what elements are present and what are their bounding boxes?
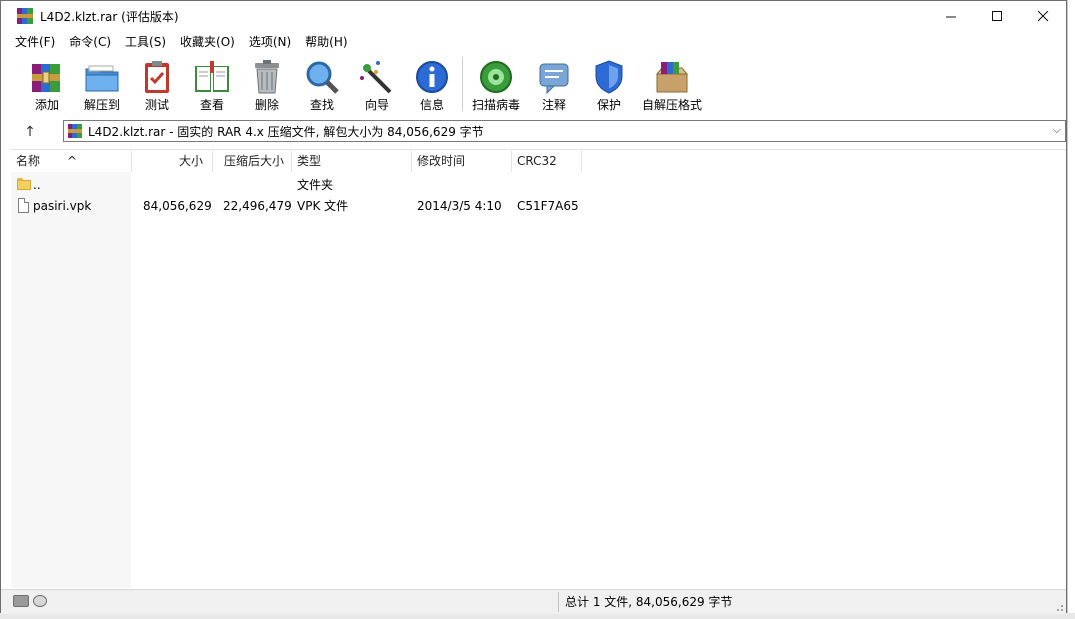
minimize-icon xyxy=(945,16,956,17)
menu-file[interactable]: 文件(F) xyxy=(1,31,62,53)
delete-label: 删除 xyxy=(254,98,279,112)
drive-icon[interactable] xyxy=(13,595,29,607)
sfx-label: 自解压格式 xyxy=(641,98,702,112)
column-header-crc32[interactable]: CRC32 xyxy=(517,150,557,172)
add-label: 添加 xyxy=(34,98,59,112)
virus-scan-icon xyxy=(477,58,515,96)
info-button[interactable]: 信息 xyxy=(405,55,459,115)
minimize-button[interactable] xyxy=(928,1,974,31)
test-button[interactable]: 测试 xyxy=(130,55,184,115)
status-divider xyxy=(558,592,559,612)
status-bar: 总计 1 文件, 84,056,629 字节 xyxy=(1,589,1066,614)
column-header-row: 名称 ^ 大小 压缩后大小 类型 修改时间 CRC32 xyxy=(11,150,1066,172)
column-header-name[interactable]: 名称 xyxy=(16,150,40,172)
column-divider[interactable] xyxy=(131,150,132,172)
menu-options[interactable]: 选项(N) xyxy=(242,31,298,53)
name-column-background xyxy=(11,172,131,588)
wizard-wand-icon xyxy=(358,58,396,96)
info-label: 信息 xyxy=(419,98,444,112)
comment-label: 注释 xyxy=(541,98,566,112)
column-divider[interactable] xyxy=(212,150,213,172)
archive-path: L4D2.klzt.rar - 固实的 RAR 4.x 压缩文件, 解包大小为 … xyxy=(88,124,484,139)
find-button[interactable]: 查找 xyxy=(295,55,349,115)
status-summary: 总计 1 文件, 84,056,629 字节 xyxy=(565,595,733,609)
trash-icon xyxy=(248,58,286,96)
resize-grip-icon[interactable] xyxy=(1054,602,1064,612)
desktop-background xyxy=(1067,0,1075,619)
key-icon[interactable] xyxy=(33,595,47,607)
column-header-type[interactable]: 类型 xyxy=(297,150,321,172)
title-bar[interactable]: L4D2.klzt.rar (评估版本) xyxy=(1,1,1066,31)
add-button[interactable]: 添加 xyxy=(20,55,74,115)
file-type: 文件夹 xyxy=(297,178,334,192)
wizard-button[interactable]: 向导 xyxy=(350,55,404,115)
archive-icon xyxy=(68,124,82,138)
test-label: 测试 xyxy=(144,98,169,112)
list-item-file[interactable]: pasiri.vpk 84,056,629 22,496,479 VPK 文件 … xyxy=(11,196,1066,216)
vertical-scrollbar[interactable] xyxy=(1056,150,1066,588)
file-crc32: C51F7A65 xyxy=(517,199,579,213)
file-name: pasiri.vpk xyxy=(33,199,92,213)
menu-bar: 文件(F) 命令(C) 工具(S) 收藏夹(O) 选项(N) 帮助(H) xyxy=(1,31,1066,53)
toolbar: 添加 解压到 测试 查看 删除 查找 向导 信息 扫描病毒 注释 保护 自解压格… xyxy=(1,53,1066,117)
sfx-box-icon xyxy=(653,58,691,96)
folder-icon xyxy=(17,178,31,190)
file-modified: 2014/3/5 4:10 xyxy=(417,199,502,213)
add-archive-icon xyxy=(28,58,66,96)
address-bar[interactable]: L4D2.klzt.rar - 固实的 RAR 4.x 压缩文件, 解包大小为 … xyxy=(63,120,1066,142)
up-arrow-icon: ↑ xyxy=(24,124,36,140)
file-type: VPK 文件 xyxy=(297,199,349,213)
find-label: 查找 xyxy=(309,98,334,112)
chevron-down-icon[interactable]: ⌵ xyxy=(1053,123,1061,137)
extract-to-icon xyxy=(83,58,121,96)
protect-label: 保护 xyxy=(596,98,621,112)
file-icon xyxy=(18,198,29,213)
sfx-button[interactable]: 自解压格式 xyxy=(639,55,705,115)
winrar-window: L4D2.klzt.rar (评估版本) 文件(F) 命令(C) 工具(S) 收… xyxy=(0,0,1067,614)
info-icon xyxy=(413,58,451,96)
view-button[interactable]: 查看 xyxy=(185,55,239,115)
magnifier-icon xyxy=(303,58,341,96)
address-row: ↑ L4D2.klzt.rar - 固实的 RAR 4.x 压缩文件, 解包大小… xyxy=(1,117,1066,147)
column-divider[interactable] xyxy=(411,150,412,172)
list-item-parent-folder[interactable]: .. 文件夹 xyxy=(11,175,1066,195)
view-label: 查看 xyxy=(199,98,224,112)
close-icon xyxy=(1037,10,1048,21)
comment-icon xyxy=(535,58,573,96)
file-size: 84,056,629 xyxy=(143,199,212,213)
column-header-modified[interactable]: 修改时间 xyxy=(417,150,465,172)
wizard-label: 向导 xyxy=(364,98,389,112)
virus-scan-button[interactable]: 扫描病毒 xyxy=(469,55,523,115)
column-header-packed-size[interactable]: 压缩后大小 xyxy=(224,150,284,172)
menu-commands[interactable]: 命令(C) xyxy=(62,31,118,53)
comment-button[interactable]: 注释 xyxy=(527,55,581,115)
column-divider[interactable] xyxy=(511,150,512,172)
winrar-app-icon[interactable] xyxy=(17,8,33,24)
column-divider[interactable] xyxy=(581,150,582,172)
column-header-size[interactable]: 大小 xyxy=(179,150,203,172)
shield-icon xyxy=(590,58,628,96)
protect-button[interactable]: 保护 xyxy=(582,55,636,115)
file-name: .. xyxy=(33,178,41,192)
file-list: 名称 ^ 大小 压缩后大小 类型 修改时间 CRC32 .. 文件夹 pasir… xyxy=(11,149,1066,588)
maximize-button[interactable] xyxy=(974,1,1020,31)
up-button[interactable]: ↑ xyxy=(19,122,41,142)
window-title: L4D2.klzt.rar (评估版本) xyxy=(40,9,179,24)
close-button[interactable] xyxy=(1020,1,1066,31)
delete-button[interactable]: 删除 xyxy=(240,55,294,115)
extract-to-label: 解压到 xyxy=(83,98,120,112)
test-icon xyxy=(138,58,176,96)
sort-up-icon: ^ xyxy=(67,154,78,168)
extract-to-button[interactable]: 解压到 xyxy=(75,55,129,115)
menu-tools[interactable]: 工具(S) xyxy=(118,31,173,53)
maximize-icon xyxy=(991,10,1002,21)
virus-scan-label: 扫描病毒 xyxy=(471,98,520,112)
view-book-icon xyxy=(193,58,231,96)
file-packed-size: 22,496,479 xyxy=(223,199,292,213)
column-divider[interactable] xyxy=(291,150,292,172)
menu-help[interactable]: 帮助(H) xyxy=(298,31,354,53)
menu-favorites[interactable]: 收藏夹(O) xyxy=(173,31,242,53)
toolbar-separator xyxy=(462,57,463,111)
